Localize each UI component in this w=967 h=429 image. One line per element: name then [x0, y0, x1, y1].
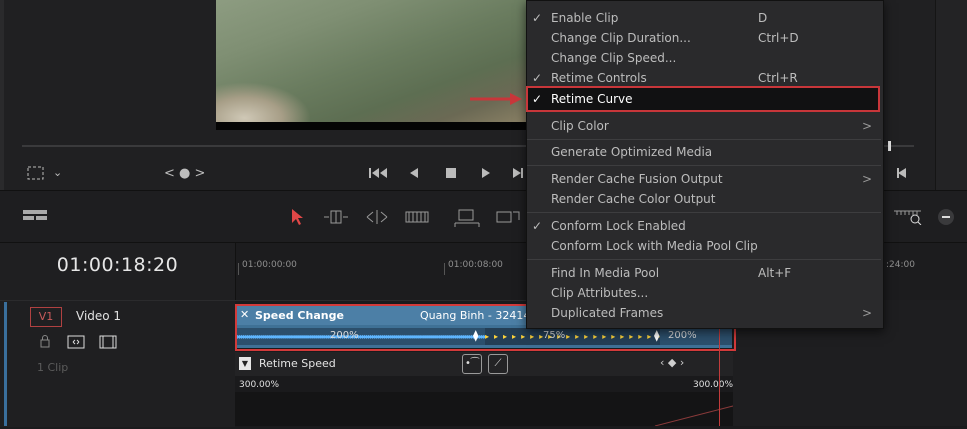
jump-end-icon[interactable]: [512, 166, 524, 184]
menu-item-clip-color[interactable]: Clip Color >: [526, 116, 882, 136]
chevron-down-icon[interactable]: ⌄: [53, 165, 62, 181]
dropdown-arrow-icon[interactable]: ▼: [239, 357, 251, 370]
curve-start-value: 300.00%: [239, 380, 280, 390]
menu-item-label: Retime Controls: [551, 71, 647, 85]
menu-item-label: Change Clip Speed...: [551, 51, 677, 65]
menu-item-shortcut: Ctrl+R: [758, 71, 798, 85]
clip-count: 1 Clip: [37, 361, 69, 374]
callout-arrow-icon: [468, 92, 524, 109]
menu-item-retime-controls[interactable]: ✓ Retime Controls Ctrl+R: [526, 68, 882, 88]
chevron-right-icon: >: [861, 306, 872, 320]
video-letterbox: [216, 122, 534, 130]
play-icon[interactable]: [480, 166, 492, 184]
menu-item-conform-lock-media-pool[interactable]: Conform Lock with Media Pool Clip: [526, 236, 882, 256]
menu-item-label: Render Cache Color Output: [551, 192, 716, 206]
track-selected-bar: [4, 302, 7, 426]
menu-item-label: Conform Lock Enabled: [551, 219, 686, 233]
menu-item-enable-clip[interactable]: ✓ Enable Clip D: [526, 8, 882, 28]
ruler-tick: [238, 263, 239, 275]
retime-curve-graph[interactable]: [235, 392, 734, 427]
dynamic-trim-icon[interactable]: [363, 208, 391, 229]
check-icon: ✓: [532, 92, 543, 106]
scrubber-handle[interactable]: [888, 141, 891, 151]
blade-tool-icon[interactable]: [404, 208, 430, 229]
menu-item-label: Clip Color: [551, 119, 609, 133]
menu-item-clip-attributes[interactable]: Clip Attributes...: [526, 283, 882, 303]
timecode-display[interactable]: 01:00:18:20: [0, 254, 235, 276]
retime-label: Retime Speed: [259, 357, 336, 370]
menu-item-duplicated-frames[interactable]: Duplicated Frames >: [526, 303, 882, 323]
lock-icon[interactable]: [39, 334, 51, 351]
check-icon: ✓: [532, 11, 543, 25]
auto-select-icon[interactable]: [67, 335, 85, 352]
timeline-view-icon[interactable]: [22, 208, 48, 227]
left-panel-edge: [0, 0, 4, 190]
menu-item-label: Find In Media Pool: [551, 266, 660, 280]
menu-item-label: Enable Clip: [551, 11, 619, 25]
menu-item-shortcut: Alt+F: [758, 266, 792, 280]
menu-item-label: Generate Optimized Media: [551, 145, 713, 159]
menu-divider: [527, 139, 881, 140]
track-display-icon[interactable]: [99, 335, 117, 352]
play-reverse-icon[interactable]: [408, 166, 420, 184]
menu-item-label: Duplicated Frames: [551, 306, 664, 320]
linear-curve-icon[interactable]: ⟋: [488, 354, 508, 374]
menu-item-generate-optimized-media[interactable]: Generate Optimized Media: [526, 142, 882, 162]
viewer-mode-icon[interactable]: [27, 166, 45, 184]
menu-item-label: Clip Attributes...: [551, 286, 649, 300]
menu-item-retime-curve[interactable]: ✓ Retime Curve: [526, 89, 882, 109]
menu-divider: [527, 259, 881, 260]
menu-item-render-cache-fusion[interactable]: Render Cache Fusion Output >: [526, 169, 882, 189]
track-name[interactable]: Video 1: [76, 309, 121, 323]
menu-item-render-cache-color[interactable]: Render Cache Color Output: [526, 189, 882, 209]
ease-curve-icon[interactable]: •⁀: [462, 354, 482, 374]
stop-icon[interactable]: [444, 166, 458, 184]
next-frame-icon[interactable]: [896, 166, 908, 184]
zoom-ruler-icon[interactable]: [893, 207, 923, 228]
ruler-label: 01:00:08:00: [448, 260, 503, 270]
jump-start-icon[interactable]: [368, 166, 388, 184]
selection-tool-icon[interactable]: [290, 208, 304, 229]
insert-clip-icon[interactable]: [453, 208, 481, 231]
menu-item-shortcut: Ctrl+D: [758, 31, 799, 45]
menu-item-find-in-media-pool[interactable]: Find In Media Pool Alt+F: [526, 263, 882, 283]
overwrite-clip-icon[interactable]: [495, 208, 523, 231]
right-panel: [935, 0, 967, 190]
zoom-out-icon[interactable]: [937, 208, 955, 229]
ruler-label: 01:00:00:00: [242, 260, 297, 270]
ruler-tick: [444, 263, 445, 275]
check-icon: ✓: [532, 219, 543, 233]
trim-tool-icon[interactable]: [322, 208, 350, 229]
menu-item-conform-lock-enabled[interactable]: ✓ Conform Lock Enabled: [526, 216, 882, 236]
viewer-nav-dots[interactable]: < ● >: [164, 166, 205, 182]
menu-item-label: Conform Lock with Media Pool Clip: [551, 239, 758, 253]
menu-item-change-clip-duration[interactable]: Change Clip Duration... Ctrl+D: [526, 28, 882, 48]
menu-item-label: Change Clip Duration...: [551, 31, 691, 45]
menu-item-label: Render Cache Fusion Output: [551, 172, 723, 186]
curve-end-value: 300.00%: [693, 380, 734, 390]
ruler-label: :24:00: [886, 260, 915, 270]
keyframe-nav-icon[interactable]: ‹ ◆ ›: [660, 356, 684, 369]
check-icon: ✓: [532, 71, 543, 85]
menu-item-shortcut: D: [758, 11, 768, 25]
menu-item-label: Retime Curve: [551, 92, 633, 106]
menu-divider: [527, 212, 881, 213]
chevron-right-icon: >: [861, 172, 872, 186]
menu-item-change-clip-speed[interactable]: Change Clip Speed...: [526, 48, 882, 68]
menu-divider: [527, 165, 881, 166]
track-badge[interactable]: V1: [30, 307, 62, 327]
chevron-right-icon: >: [861, 119, 872, 133]
